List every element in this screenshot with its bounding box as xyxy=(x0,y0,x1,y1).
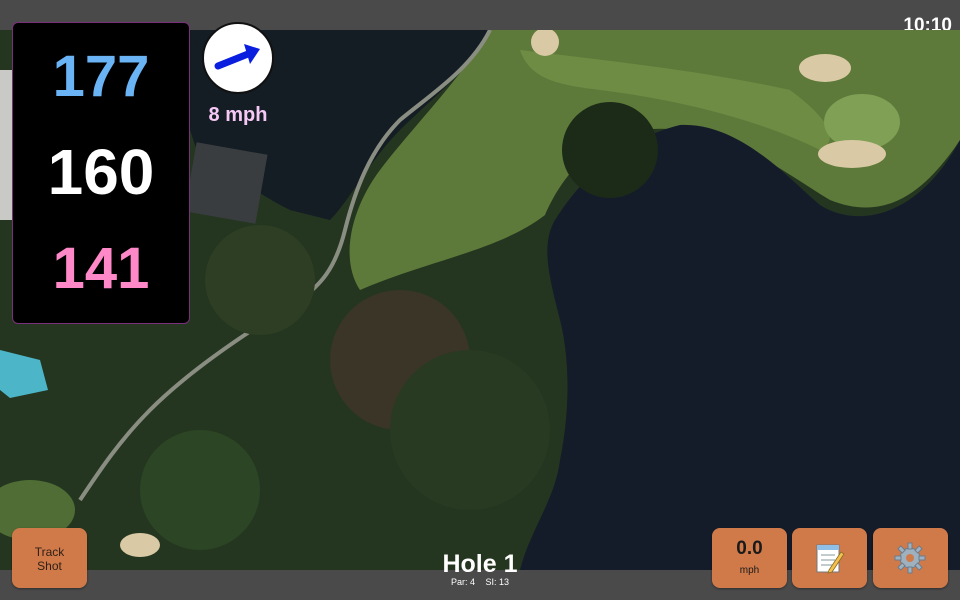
speed-button[interactable]: 0.0 mph xyxy=(712,528,787,588)
wind-speed-label: 8 mph xyxy=(208,104,268,126)
front-distance: 141 xyxy=(52,236,150,301)
middle-distance: 160 xyxy=(47,136,155,208)
track-shot-button[interactable]: Track Shot xyxy=(12,528,87,588)
notes-button[interactable] xyxy=(792,528,867,588)
track-shot-label: Track Shot xyxy=(34,545,65,573)
settings-button[interactable] xyxy=(873,528,948,588)
back-distance: 177 xyxy=(52,44,150,109)
hole-meta: Par: 4 SI: 13 xyxy=(380,577,580,587)
speed-value: 0.0 xyxy=(736,538,763,559)
hole-title: Hole 1 xyxy=(442,550,518,578)
arrow-icon xyxy=(214,44,260,70)
speed-unit: mph xyxy=(739,565,760,576)
gear-icon xyxy=(894,542,926,574)
hole-stroke-index: SI: 13 xyxy=(485,577,510,587)
distance-panel: 177 160 141 xyxy=(12,22,190,324)
notepad-icon xyxy=(816,544,845,574)
wind-indicator xyxy=(202,22,274,94)
hole-par: Par: 4 xyxy=(450,577,475,587)
